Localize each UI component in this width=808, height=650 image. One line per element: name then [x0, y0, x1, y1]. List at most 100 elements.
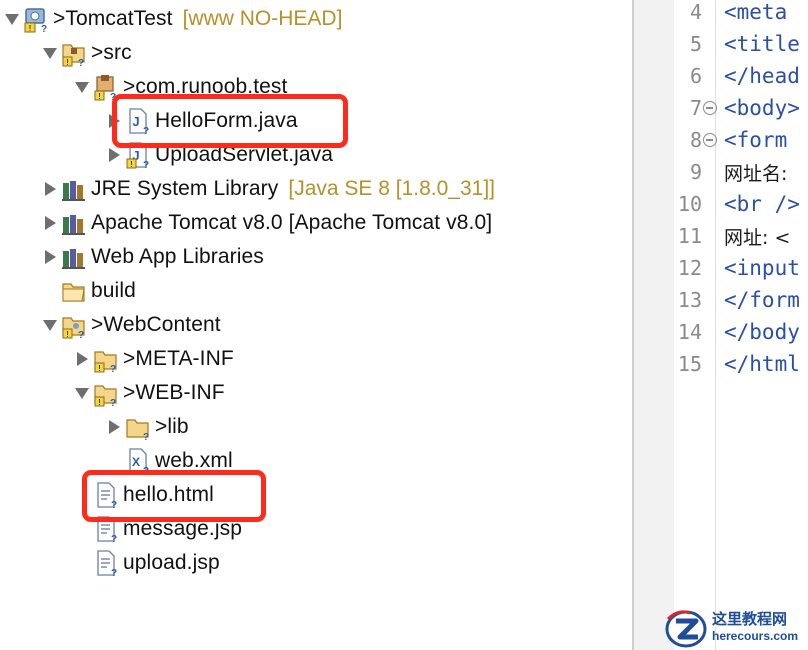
folder-icon [61, 277, 87, 305]
svg-text:?: ? [143, 466, 149, 475]
expand-down-icon[interactable] [74, 77, 90, 97]
svg-text:?: ? [78, 58, 84, 67]
expand-down-icon[interactable] [74, 383, 90, 403]
folder-icon: !? [93, 379, 119, 407]
svg-text:?: ? [110, 92, 116, 101]
hello-html-name: hello.html [123, 483, 214, 506]
expand-right-icon[interactable] [106, 111, 122, 131]
uploadservlet-name: UploadServlet.java [155, 143, 334, 166]
web-inf-name: WEB-INF [135, 381, 225, 404]
code-text: </head [724, 64, 800, 88]
editor-line[interactable]: 10 <br /> [674, 188, 808, 220]
expand-right-icon[interactable] [42, 213, 58, 233]
tree-item-apache-tomcat[interactable]: Apache Tomcat v8.0 [Apache Tomcat v8.0] [42, 206, 492, 240]
package-name: com.runoob.test [135, 75, 288, 98]
library-icon [61, 243, 87, 271]
code-editor[interactable]: 4 <meta 5 <title 6 </head 7 <body> 8 <fo… [674, 0, 808, 650]
tree-item-jre-library[interactable]: JRE System Library [Java SE 8 [1.8.0_31]… [42, 172, 495, 206]
tree-item-web-inf[interactable]: !? > WEB-INF [74, 376, 225, 410]
web-folder-icon: !? [61, 311, 87, 339]
java-file-icon: J!? [125, 141, 151, 169]
tree-item-build[interactable]: build [58, 274, 136, 308]
watermark-cn: 这里教程网 [712, 610, 788, 628]
package-icon: !? [93, 73, 119, 101]
svg-text:!: ! [98, 398, 100, 407]
tree-item-helloform-java[interactable]: J? HelloForm.java [106, 104, 298, 138]
code-text: <form [724, 128, 788, 152]
svg-text:!: ! [66, 58, 68, 67]
tree-item-src[interactable]: !? > src [42, 36, 132, 70]
tree-item-uploadservlet-java[interactable]: J!? UploadServlet.java [106, 138, 333, 172]
watermark: 这里教程网 herecours.com [664, 604, 808, 650]
expand-right-icon[interactable] [42, 247, 58, 267]
tree-item-webapp-libraries[interactable]: Web App Libraries [42, 240, 264, 274]
editor-line[interactable]: 8 <form [674, 124, 808, 156]
svg-text:?: ? [111, 568, 117, 577]
line-number: 9 [689, 160, 702, 184]
expand-down-icon[interactable] [42, 315, 58, 335]
watermark-url: herecours.com [712, 629, 799, 643]
web-inf-prefix: > [123, 381, 136, 404]
tree-item-meta-inf[interactable]: !? > META-INF [74, 342, 234, 376]
project-name: TomcatTest [65, 7, 173, 30]
jre-decoration: [Java SE 8 [1.8.0_31]] [288, 177, 495, 200]
tree-item-web-xml[interactable]: X? web.xml [122, 444, 233, 478]
editor-line[interactable]: 14 </body [674, 316, 808, 348]
editor-line[interactable]: 12 <input [674, 252, 808, 284]
jsp-file-icon: ? [93, 549, 119, 577]
line-number: 8 [689, 128, 702, 152]
expand-right-icon[interactable] [106, 417, 122, 437]
folder-icon: ? [125, 413, 151, 441]
line-number: 5 [689, 32, 702, 56]
svg-text:?: ? [78, 330, 84, 339]
line-number: 14 [677, 320, 702, 344]
jre-name: JRE System Library [91, 177, 279, 200]
code-text: <input [724, 256, 800, 280]
editor-line[interactable]: 15 </html [674, 348, 808, 380]
code-text: <meta [724, 0, 788, 24]
editor-line[interactable]: 13 </form [674, 284, 808, 316]
expand-right-icon[interactable] [42, 179, 58, 199]
line-number: 10 [677, 192, 702, 216]
code-text: </form [724, 288, 800, 312]
tree-item-message-jsp[interactable]: ? message.jsp [90, 512, 242, 546]
code-text: </html [724, 352, 800, 376]
svg-text:!: ! [130, 160, 132, 169]
editor-line[interactable]: 5 <title [674, 28, 808, 60]
source-folder-icon: !? [61, 39, 87, 67]
expand-right-icon[interactable] [106, 145, 122, 165]
editor-line[interactable]: 6 </head [674, 60, 808, 92]
tree-item-package[interactable]: !? > com.runoob.test [74, 70, 287, 104]
svg-text:?: ? [41, 24, 47, 33]
editor-line[interactable]: 7 <body> [674, 92, 808, 124]
project-prefix: > [53, 7, 66, 30]
svg-text:?: ? [143, 160, 149, 169]
tree-item-upload-jsp[interactable]: ? upload.jsp [90, 546, 220, 580]
expand-down-icon[interactable] [4, 9, 20, 29]
line-number: 4 [689, 0, 702, 24]
message-jsp-name: message.jsp [123, 517, 242, 540]
editor-line[interactable]: 4 <meta [674, 0, 808, 28]
tree-item-webcontent[interactable]: !? > WebContent [42, 308, 221, 342]
expand-right-icon[interactable] [74, 349, 90, 369]
line-number: 15 [677, 352, 702, 376]
expand-down-icon[interactable] [42, 43, 58, 63]
svg-text:?: ? [110, 398, 116, 407]
code-text: <title [724, 32, 800, 56]
fold-collapse-icon[interactable] [703, 133, 717, 147]
editor-line[interactable]: 11 网址: < [674, 220, 808, 252]
tree-item-hello-html[interactable]: ? hello.html [90, 478, 214, 512]
helloform-name: HelloForm.java [155, 109, 298, 132]
editor-line[interactable]: 9 网址名: [674, 156, 808, 188]
line-number: 7 [689, 96, 702, 120]
upload-jsp-name: upload.jsp [123, 551, 220, 574]
fold-collapse-icon[interactable] [703, 101, 717, 115]
svg-text:?: ? [143, 126, 149, 135]
tree-item-lib[interactable]: ? > lib [106, 410, 189, 444]
svg-text:!: ! [29, 24, 31, 33]
tree-item-project[interactable]: !? > TomcatTest [www NO-HEAD] [4, 2, 342, 36]
line-number: 12 [677, 256, 702, 280]
library-icon [61, 175, 87, 203]
svg-text:?: ? [111, 534, 117, 543]
svg-text:!: ! [98, 364, 100, 373]
